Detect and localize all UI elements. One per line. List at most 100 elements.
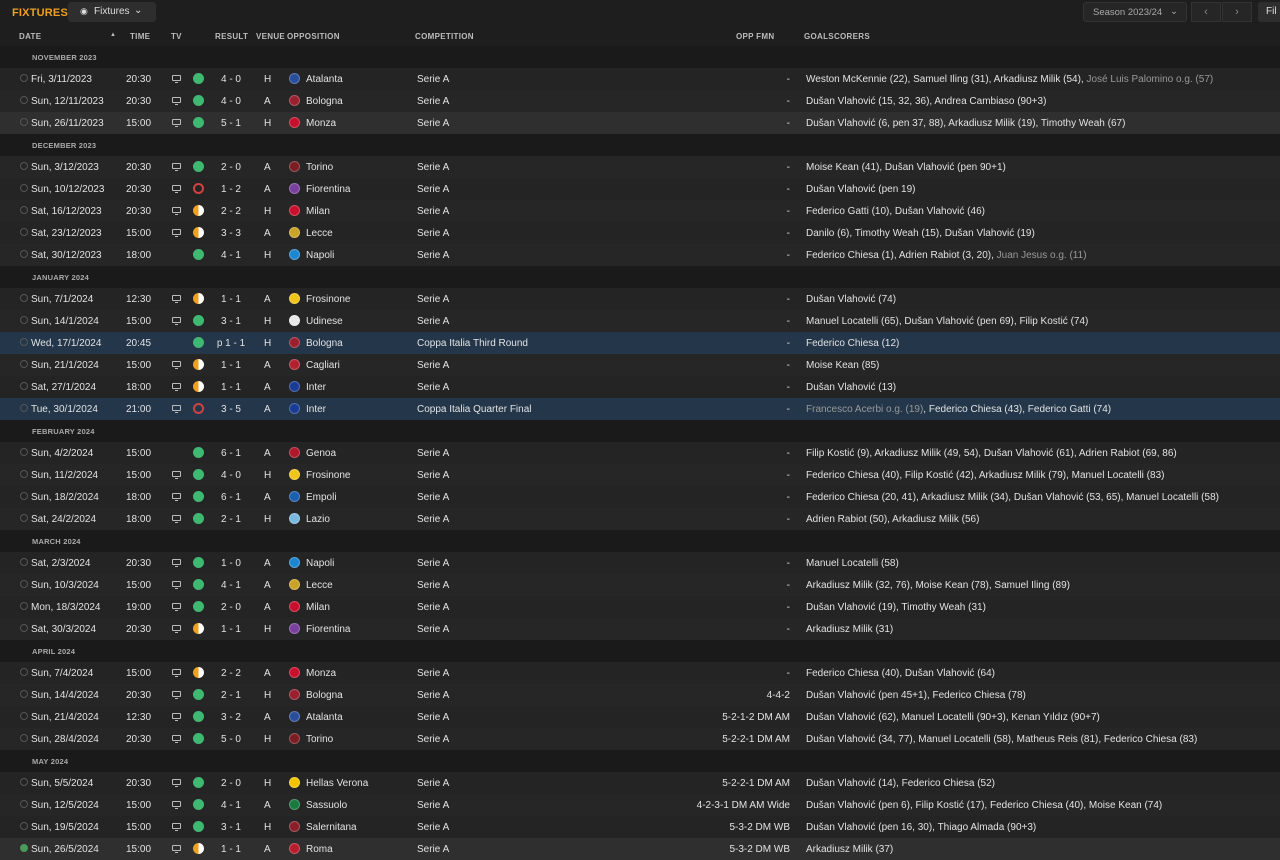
fixture-row[interactable]: Sun, 3/12/2023 20:30 2 - 0 A Torino Serie A - M… xyxy=(0,156,1280,178)
opposition-link[interactable]: Cagliari xyxy=(306,360,340,371)
opposition-link[interactable]: Bologna xyxy=(306,338,343,349)
column-header-venue[interactable]: VENUE xyxy=(256,32,285,41)
fixture-row[interactable]: Sun, 26/5/2024 15:00 1 - 1 A Roma Serie A 5-3-… xyxy=(0,838,1280,860)
opposition-link[interactable]: Frosinone xyxy=(306,470,350,481)
fixture-row[interactable]: Sat, 30/3/2024 20:30 1 - 1 H Fiorentina Serie… xyxy=(0,618,1280,640)
fixture-row[interactable]: Sat, 2/3/2024 20:30 1 - 0 A Napoli Serie A - Ma… xyxy=(0,552,1280,574)
column-header-time[interactable]: TIME xyxy=(130,32,150,41)
fixture-score[interactable]: 2 - 2 xyxy=(216,206,246,217)
fixture-score[interactable]: 4 - 1 xyxy=(216,250,246,261)
fixture-row[interactable]: Sun, 12/5/2024 15:00 4 - 1 A Sassuolo Serie A… xyxy=(0,794,1280,816)
competition-link[interactable]: Serie A xyxy=(417,602,449,613)
competition-link[interactable]: Serie A xyxy=(417,118,449,129)
competition-link[interactable]: Serie A xyxy=(417,470,449,481)
opposition-link[interactable]: Lecce xyxy=(306,580,333,591)
competition-link[interactable]: Serie A xyxy=(417,206,449,217)
opposition-link[interactable]: Roma xyxy=(306,844,333,855)
competition-link[interactable]: Serie A xyxy=(417,448,449,459)
opposition-link[interactable]: Genoa xyxy=(306,448,336,459)
fixture-score[interactable]: 4 - 0 xyxy=(216,470,246,481)
fixture-row[interactable]: Sun, 28/4/2024 20:30 5 - 0 H Torino Serie A 5-… xyxy=(0,728,1280,750)
opposition-link[interactable]: Milan xyxy=(306,206,330,217)
fixture-score[interactable]: 6 - 1 xyxy=(216,492,246,503)
fixture-score[interactable]: 2 - 0 xyxy=(216,602,246,613)
competition-link[interactable]: Serie A xyxy=(417,492,449,503)
competition-link[interactable]: Serie A xyxy=(417,228,449,239)
previous-season-button[interactable]: ‹ xyxy=(1191,2,1221,22)
next-season-button[interactable]: › xyxy=(1222,2,1252,22)
opposition-link[interactable]: Napoli xyxy=(306,250,334,261)
competition-link[interactable]: Serie A xyxy=(417,844,449,855)
fixture-score[interactable]: 1 - 1 xyxy=(216,382,246,393)
fixture-row[interactable]: Sun, 4/2/2024 15:00 6 - 1 A Genoa Serie A - Fil… xyxy=(0,442,1280,464)
season-selector[interactable]: Season 2023/24 ⌄ xyxy=(1083,2,1187,22)
fixture-row[interactable]: Sun, 7/4/2024 15:00 2 - 2 A Monza Serie A - Fed… xyxy=(0,662,1280,684)
opposition-link[interactable]: Monza xyxy=(306,668,336,679)
competition-link[interactable]: Serie A xyxy=(417,96,449,107)
fixture-score[interactable]: 2 - 1 xyxy=(216,690,246,701)
fixture-row[interactable]: Sun, 11/2/2024 15:00 4 - 0 H Frosinone Serie … xyxy=(0,464,1280,486)
fixture-row[interactable]: Sun, 10/12/2023 20:30 1 - 2 A Fiorentina Seri… xyxy=(0,178,1280,200)
opposition-link[interactable]: Atalanta xyxy=(306,712,343,723)
column-header-competition[interactable]: COMPETITION xyxy=(415,32,474,41)
fixture-score[interactable]: 4 - 1 xyxy=(216,800,246,811)
competition-link[interactable]: Serie A xyxy=(417,822,449,833)
filter-button[interactable]: Fil xyxy=(1258,2,1280,22)
fixture-score[interactable]: 5 - 1 xyxy=(216,118,246,129)
fixture-score[interactable]: 1 - 2 xyxy=(216,184,246,195)
competition-link[interactable]: Coppa Italia Third Round xyxy=(417,338,528,349)
fixture-row[interactable]: Wed, 17/1/2024 20:45 p 1 - 1 H Bologna Coppa … xyxy=(0,332,1280,354)
fixture-score[interactable]: p 1 - 1 xyxy=(216,338,246,349)
view-selector-button[interactable]: ◉ Fixtures ⌄ xyxy=(68,2,156,22)
opposition-link[interactable]: Inter xyxy=(306,404,326,415)
fixture-score[interactable]: 2 - 0 xyxy=(216,162,246,173)
fixture-score[interactable]: 4 - 1 xyxy=(216,580,246,591)
competition-link[interactable]: Serie A xyxy=(417,734,449,745)
competition-link[interactable]: Serie A xyxy=(417,360,449,371)
fixture-row[interactable]: Sun, 19/5/2024 15:00 3 - 1 H Salernitana Seri… xyxy=(0,816,1280,838)
competition-link[interactable]: Serie A xyxy=(417,624,449,635)
competition-link[interactable]: Serie A xyxy=(417,74,449,85)
competition-link[interactable]: Serie A xyxy=(417,690,449,701)
fixture-score[interactable]: 4 - 0 xyxy=(216,74,246,85)
fixture-score[interactable]: 3 - 5 xyxy=(216,404,246,415)
fixture-score[interactable]: 3 - 3 xyxy=(216,228,246,239)
opposition-link[interactable]: Frosinone xyxy=(306,294,350,305)
fixture-row[interactable]: Sat, 16/12/2023 20:30 2 - 2 H Milan Serie A - F… xyxy=(0,200,1280,222)
opposition-link[interactable]: Lazio xyxy=(306,514,330,525)
opposition-link[interactable]: Udinese xyxy=(306,316,343,327)
fixture-score[interactable]: 2 - 2 xyxy=(216,668,246,679)
fixture-row[interactable]: Tue, 30/1/2024 21:00 3 - 5 A Inter Coppa Ital… xyxy=(0,398,1280,420)
fixture-score[interactable]: 6 - 1 xyxy=(216,448,246,459)
fixture-score[interactable]: 1 - 1 xyxy=(216,294,246,305)
fixture-row[interactable]: Mon, 18/3/2024 19:00 2 - 0 A Milan Serie A - Du… xyxy=(0,596,1280,618)
competition-link[interactable]: Serie A xyxy=(417,184,449,195)
column-header-tv[interactable]: TV xyxy=(171,32,182,41)
fixture-score[interactable]: 1 - 1 xyxy=(216,844,246,855)
opposition-link[interactable]: Lecce xyxy=(306,228,333,239)
competition-link[interactable]: Serie A xyxy=(417,316,449,327)
competition-link[interactable]: Serie A xyxy=(417,668,449,679)
column-header-opposition[interactable]: OPPOSITION xyxy=(287,32,340,41)
fixture-row[interactable]: Fri, 3/11/2023 20:30 4 - 0 H Atalanta Serie A… xyxy=(0,68,1280,90)
opposition-link[interactable]: Bologna xyxy=(306,96,343,107)
fixture-row[interactable]: Sun, 26/11/2023 15:00 5 - 1 H Monza Serie A - D… xyxy=(0,112,1280,134)
column-header-date[interactable]: DATE xyxy=(19,32,41,41)
fixture-row[interactable]: Sun, 21/4/2024 12:30 3 - 2 A Atalanta Serie A… xyxy=(0,706,1280,728)
fixture-row[interactable]: Sun, 7/1/2024 12:30 1 - 1 A Frosinone Serie A… xyxy=(0,288,1280,310)
competition-link[interactable]: Serie A xyxy=(417,250,449,261)
competition-link[interactable]: Serie A xyxy=(417,162,449,173)
fixture-row[interactable]: Sun, 10/3/2024 15:00 4 - 1 A Lecce Serie A - Ar… xyxy=(0,574,1280,596)
opposition-link[interactable]: Torino xyxy=(306,734,333,745)
competition-link[interactable]: Serie A xyxy=(417,514,449,525)
competition-link[interactable]: Serie A xyxy=(417,778,449,789)
fixture-score[interactable]: 1 - 0 xyxy=(216,558,246,569)
opposition-link[interactable]: Fiorentina xyxy=(306,184,350,195)
fixture-row[interactable]: Sun, 12/11/2023 20:30 4 - 0 A Bologna Serie A… xyxy=(0,90,1280,112)
fixture-score[interactable]: 2 - 1 xyxy=(216,514,246,525)
opposition-link[interactable]: Inter xyxy=(306,382,326,393)
opposition-link[interactable]: Torino xyxy=(306,162,333,173)
competition-link[interactable]: Serie A xyxy=(417,712,449,723)
opposition-link[interactable]: Napoli xyxy=(306,558,334,569)
fixture-row[interactable]: Sat, 24/2/2024 18:00 2 - 1 H Lazio Serie A - Ad… xyxy=(0,508,1280,530)
